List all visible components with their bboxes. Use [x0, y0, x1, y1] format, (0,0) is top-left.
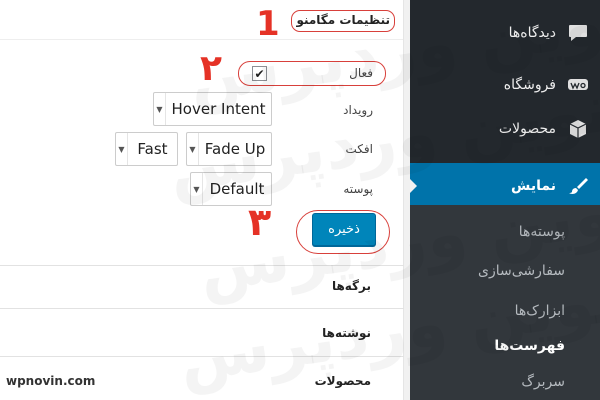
- sidebar-item-label: فروشگاه: [503, 77, 556, 93]
- submenu-item-customize[interactable]: سفارشی‌سازی: [410, 251, 600, 291]
- submenu-item-menus[interactable]: فهرست‌ها: [410, 326, 600, 366]
- speed-select[interactable]: ▼ Fast: [115, 132, 178, 166]
- speed-select-value: Fast: [137, 140, 168, 158]
- section-label: نوشته‌ها: [322, 326, 371, 340]
- sidebar-item-products[interactable]: محصولات: [410, 110, 600, 148]
- effect-select[interactable]: ▼ Fade Up: [186, 132, 272, 166]
- section-pages[interactable]: برگه‌ها: [0, 266, 403, 304]
- submenu-item-themes[interactable]: پوسته‌ها: [410, 212, 600, 252]
- speech-bubble-icon: [566, 21, 590, 45]
- sidebar-item-woocommerce[interactable]: فروشگاه: [410, 66, 600, 104]
- annotation-number-1: 1: [256, 4, 280, 44]
- skin-label: پوسته: [343, 182, 373, 196]
- brand-watermark: wpnovin.com: [6, 374, 96, 388]
- annotation-number-3: ۳: [248, 200, 272, 244]
- chevron-down-icon: ▼: [116, 133, 128, 165]
- event-select-value: Hover Intent: [171, 100, 266, 118]
- event-label: رویداد: [343, 103, 373, 117]
- panel-header: تنظیمات مگامنو: [0, 0, 403, 40]
- active-checkbox[interactable]: ✔: [252, 66, 267, 81]
- effect-label: افکت: [345, 142, 373, 156]
- chevron-down-icon: ▼: [187, 133, 199, 165]
- box-icon: [566, 117, 590, 141]
- section-label: برگه‌ها: [331, 279, 371, 293]
- effect-select-value: Fade Up: [204, 140, 266, 158]
- wordpress-admin-screen: تنظیمات مگامنو فعال ✔ رویداد ▼ Hover Int…: [0, 0, 600, 400]
- skin-select-value: Default: [209, 180, 265, 198]
- paint-brush-icon: [566, 174, 590, 198]
- submenu-item-header[interactable]: سربرگ: [410, 362, 600, 400]
- appearance-submenu: پوسته‌ها سفارشی‌سازی ابزارک‌ها فهرست‌ها …: [410, 205, 600, 400]
- event-select[interactable]: ▼ Hover Intent: [153, 92, 272, 126]
- sidebar-item-comments[interactable]: دیدگاه‌ها: [410, 14, 600, 52]
- sidebar-item-label: محصولات: [498, 121, 556, 137]
- sidebar-item-label: دیدگاه‌ها: [508, 25, 556, 41]
- sidebar-item-label: نمایش: [511, 178, 556, 194]
- chevron-down-icon: ▼: [154, 93, 166, 125]
- section-label: محصولات: [314, 374, 371, 388]
- active-label: فعال: [349, 66, 373, 80]
- sidebar-item-appearance[interactable]: نمایش: [409, 163, 600, 209]
- annotation-number-2: ۲: [200, 48, 222, 89]
- save-button[interactable]: ذخیره: [312, 213, 376, 246]
- section-posts[interactable]: نوشته‌ها: [0, 309, 403, 347]
- admin-sidebar: دیدگاه‌ها فروشگاه محصولات نمایش پوسته‌ها…: [409, 0, 600, 400]
- checkmark-icon: ✔: [254, 66, 265, 81]
- chevron-down-icon: ▼: [191, 173, 203, 205]
- submenu-item-widgets[interactable]: ابزارک‌ها: [410, 291, 600, 331]
- woocommerce-icon: [566, 73, 590, 97]
- panel-title: تنظیمات مگامنو: [291, 10, 395, 32]
